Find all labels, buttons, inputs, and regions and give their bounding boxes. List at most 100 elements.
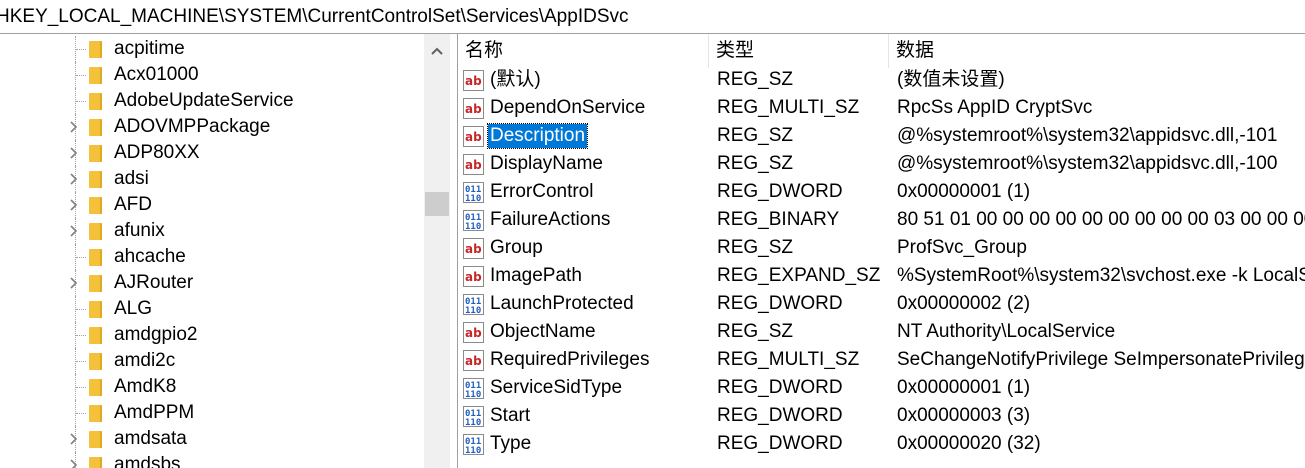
tree-item[interactable]: AmdPPM — [0, 400, 420, 426]
svg-text:110: 110 — [465, 306, 481, 315]
value-name[interactable]: DependOnService — [488, 96, 647, 120]
chevron-right-icon[interactable] — [66, 276, 80, 290]
value-data: RpcSs AppID CryptSvc — [897, 97, 1093, 118]
value-row[interactable]: 011 110 ServiceSidType REG_DWORD 0x00000001 … — [458, 374, 1305, 402]
tree-item-label[interactable]: amdsata — [114, 428, 187, 450]
tree-item[interactable]: AdobeUpdateService — [0, 88, 420, 114]
scroll-thumb[interactable] — [425, 192, 449, 216]
value-type: REG_MULTI_SZ — [717, 97, 860, 118]
tree-item[interactable]: ALG — [0, 296, 420, 322]
value-name[interactable]: ServiceSidType — [488, 376, 624, 400]
value-type: REG_SZ — [717, 125, 794, 146]
tree-item[interactable]: Acx01000 — [0, 62, 420, 88]
value-data: SeChangeNotifyPrivilege SeImpersonatePri… — [897, 349, 1305, 370]
tree-item[interactable]: ADP80XX — [0, 140, 420, 166]
column-header-data[interactable]: 数据 — [889, 34, 1305, 68]
value-name[interactable]: ImagePath — [488, 264, 584, 288]
value-name[interactable]: DisplayName — [488, 152, 605, 176]
tree-item-label[interactable]: ahcache — [114, 246, 186, 268]
tree-item[interactable]: amdgpio2 — [0, 322, 420, 348]
chevron-right-icon[interactable] — [66, 224, 80, 238]
value-data: (数值未设置) — [897, 69, 1005, 90]
value-row[interactable]: ab ImagePath REG_EXPAND_SZ %SystemRoot%\sys… — [458, 262, 1305, 290]
value-name[interactable]: Description — [486, 123, 589, 149]
tree-item-label[interactable]: amdgpio2 — [114, 324, 197, 346]
value-name[interactable]: LaunchProtected — [488, 292, 636, 316]
value-name[interactable]: Group — [488, 236, 545, 260]
svg-text:110: 110 — [465, 446, 481, 455]
tree-item[interactable]: acpitime — [0, 36, 420, 62]
tree-scrollbar[interactable] — [424, 34, 450, 468]
tree-item[interactable]: amdi2c — [0, 348, 420, 374]
tree-item[interactable]: ahcache — [0, 244, 420, 270]
value-row[interactable]: ab Group REG_SZ ProfSvc_Group — [458, 234, 1305, 262]
tree-item[interactable]: ADOVMPPackage — [0, 114, 420, 140]
value-row[interactable]: ab (默认) REG_SZ (数值未设置) — [458, 66, 1305, 94]
tree-item-label[interactable]: ADOVMPPackage — [114, 116, 270, 138]
tree-item[interactable]: AFD — [0, 192, 420, 218]
value-name[interactable]: (默认) — [488, 68, 543, 92]
tree-item-label[interactable]: ALG — [114, 298, 152, 320]
tree-item-label[interactable]: adsi — [114, 168, 149, 190]
chevron-right-icon[interactable] — [66, 198, 80, 212]
tree-item-label[interactable]: amdsbs — [114, 454, 181, 468]
string-value-icon: ab — [463, 322, 484, 343]
value-row[interactable]: 011 110 Start REG_DWORD 0x00000003 (3) — [458, 402, 1305, 430]
tree-item[interactable]: afunix — [0, 218, 420, 244]
chevron-right-icon[interactable] — [66, 146, 80, 160]
scroll-up-icon[interactable] — [424, 38, 450, 64]
tree-item-label[interactable]: AdobeUpdateService — [114, 90, 294, 112]
value-row[interactable]: ab RequiredPrivileges REG_MULTI_SZ SeChange… — [458, 346, 1305, 374]
value-row[interactable]: ab DisplayName REG_SZ @%systemroot%\system3… — [458, 150, 1305, 178]
value-data: @%systemroot%\system32\appidsvc.dll,-101 — [897, 125, 1278, 146]
svg-text:ab: ab — [465, 158, 482, 172]
svg-text:ab: ab — [465, 242, 482, 256]
tree-item-label[interactable]: amdi2c — [114, 350, 175, 372]
column-header-name[interactable]: 名称 — [458, 34, 709, 68]
key-tree[interactable]: acpitime Acx01000 AdobeUpdateService ADOVMP… — [0, 34, 450, 468]
tree-item-label[interactable]: AJRouter — [114, 272, 193, 294]
value-name[interactable]: Start — [488, 404, 532, 428]
value-row[interactable]: 011 110 ErrorControl REG_DWORD 0x00000001 (1… — [458, 178, 1305, 206]
tree-item-label[interactable]: afunix — [114, 220, 165, 242]
tree-branch-line — [76, 49, 86, 51]
column-header-type[interactable]: 类型 — [709, 34, 889, 68]
chevron-right-icon[interactable] — [66, 432, 80, 446]
value-name[interactable]: Type — [488, 432, 533, 456]
value-name[interactable]: RequiredPrivileges — [488, 348, 651, 372]
tree-branch-line — [76, 387, 86, 389]
binary-value-icon: 011 110 — [463, 210, 484, 232]
tree-item[interactable]: adsi — [0, 166, 420, 192]
tree-item[interactable]: amdsata — [0, 426, 420, 452]
tree-item[interactable]: amdsbs — [0, 452, 420, 468]
values-list[interactable]: 名称 类型 数据 ab (默认) REG_SZ (数值未设置) ab DependOnSe… — [458, 34, 1305, 468]
value-row[interactable]: 011 110 FailureActions REG_BINARY 80 51 01 0… — [458, 206, 1305, 234]
value-name[interactable]: FailureActions — [488, 208, 612, 232]
value-row[interactable]: ab ObjectName REG_SZ NT Authority\LocalServ… — [458, 318, 1305, 346]
address-bar[interactable]: HKEY_LOCAL_MACHINE\SYSTEM\CurrentControl… — [0, 0, 1305, 34]
tree-item-label[interactable]: AFD — [114, 194, 152, 216]
value-row[interactable]: 011 110 LaunchProtected REG_DWORD 0x00000002… — [458, 290, 1305, 318]
value-data: %SystemRoot%\system32\svchost.exe -k Loc… — [897, 265, 1305, 286]
value-row[interactable]: ab Description REG_SZ @%systemroot%\system3… — [458, 122, 1305, 150]
chevron-right-icon[interactable] — [66, 458, 80, 468]
svg-text:ab: ab — [465, 354, 482, 368]
value-data: @%systemroot%\system32\appidsvc.dll,-100 — [897, 153, 1278, 174]
tree-item-label[interactable]: AmdK8 — [114, 376, 176, 398]
chevron-right-icon[interactable] — [66, 120, 80, 134]
tree-item-label[interactable]: acpitime — [114, 38, 185, 60]
tree-item[interactable]: AmdK8 — [0, 374, 420, 400]
chevron-right-icon[interactable] — [66, 172, 80, 186]
tree-item-label[interactable]: Acx01000 — [114, 64, 199, 86]
address-path[interactable]: HKEY_LOCAL_MACHINE\SYSTEM\CurrentControl… — [0, 6, 629, 28]
value-row[interactable]: ab DependOnService REG_MULTI_SZ RpcSs AppID… — [458, 94, 1305, 122]
pane-splitter[interactable] — [450, 34, 458, 468]
value-name[interactable]: ErrorControl — [488, 180, 595, 204]
tree-item-label[interactable]: AmdPPM — [114, 402, 194, 424]
value-name[interactable]: ObjectName — [488, 320, 598, 344]
tree-item-label[interactable]: ADP80XX — [114, 142, 200, 164]
svg-text:110: 110 — [465, 390, 481, 399]
tree-item[interactable]: AJRouter — [0, 270, 420, 296]
value-row[interactable]: 011 110 Type REG_DWORD 0x00000020 (32) — [458, 430, 1305, 458]
value-type: REG_DWORD — [717, 293, 843, 314]
